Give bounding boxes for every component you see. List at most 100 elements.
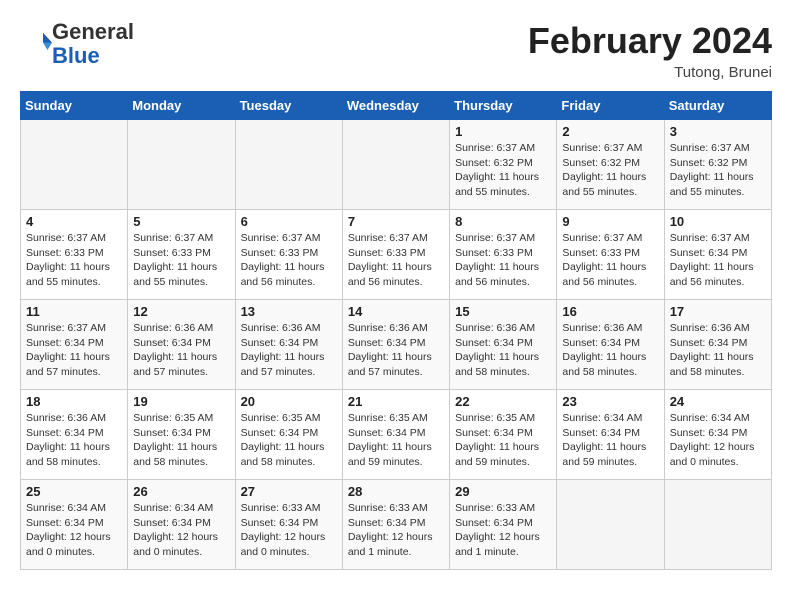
day-info: Sunrise: 6:37 AM Sunset: 6:32 PM Dayligh… xyxy=(562,141,658,200)
day-info: Sunrise: 6:33 AM Sunset: 6:34 PM Dayligh… xyxy=(455,501,551,560)
day-number: 6 xyxy=(241,214,337,229)
calendar-cell: 13 Sunrise: 6:36 AM Sunset: 6:34 PM Dayli… xyxy=(235,300,342,390)
logo: General Blue xyxy=(20,20,134,68)
calendar-cell: 19 Sunrise: 6:35 AM Sunset: 6:34 PM Dayli… xyxy=(128,390,235,480)
day-number: 12 xyxy=(133,304,229,319)
day-info: Sunrise: 6:36 AM Sunset: 6:34 PM Dayligh… xyxy=(562,321,658,380)
day-info: Sunrise: 6:37 AM Sunset: 6:33 PM Dayligh… xyxy=(455,231,551,290)
calendar-cell: 22 Sunrise: 6:35 AM Sunset: 6:34 PM Dayli… xyxy=(450,390,557,480)
logo-icon xyxy=(22,29,52,59)
calendar-cell: 15 Sunrise: 6:36 AM Sunset: 6:34 PM Dayli… xyxy=(450,300,557,390)
logo-text: General Blue xyxy=(52,20,134,68)
calendar-week-row: 4 Sunrise: 6:37 AM Sunset: 6:33 PM Daylig… xyxy=(21,210,772,300)
day-info: Sunrise: 6:33 AM Sunset: 6:34 PM Dayligh… xyxy=(241,501,337,560)
day-info: Sunrise: 6:37 AM Sunset: 6:34 PM Dayligh… xyxy=(26,321,122,380)
day-info: Sunrise: 6:36 AM Sunset: 6:34 PM Dayligh… xyxy=(670,321,766,380)
day-number: 10 xyxy=(670,214,766,229)
day-number: 15 xyxy=(455,304,551,319)
calendar-cell: 9 Sunrise: 6:37 AM Sunset: 6:33 PM Daylig… xyxy=(557,210,664,300)
day-number: 16 xyxy=(562,304,658,319)
calendar-cell: 16 Sunrise: 6:36 AM Sunset: 6:34 PM Dayli… xyxy=(557,300,664,390)
day-number: 23 xyxy=(562,394,658,409)
day-number: 24 xyxy=(670,394,766,409)
title-area: February 2024 Tutong, Brunei xyxy=(528,20,772,81)
day-number: 21 xyxy=(348,394,444,409)
calendar-cell: 6 Sunrise: 6:37 AM Sunset: 6:33 PM Daylig… xyxy=(235,210,342,300)
calendar-cell: 21Sunrise: 6:35 AM Sunset: 6:34 PM Dayli… xyxy=(342,390,449,480)
day-number: 2 xyxy=(562,124,658,139)
day-info: Sunrise: 6:34 AM Sunset: 6:34 PM Dayligh… xyxy=(670,411,766,470)
calendar-cell: 11 Sunrise: 6:37 AM Sunset: 6:34 PM Dayli… xyxy=(21,300,128,390)
day-number: 8 xyxy=(455,214,551,229)
calendar-cell xyxy=(557,480,664,570)
weekday-header: Friday xyxy=(557,92,664,120)
calendar-cell: 12 Sunrise: 6:36 AM Sunset: 6:34 PM Dayli… xyxy=(128,300,235,390)
day-number: 28 xyxy=(348,484,444,499)
day-number: 5 xyxy=(133,214,229,229)
day-info: Sunrise: 6:36 AM Sunset: 6:34 PM Dayligh… xyxy=(348,321,444,380)
day-info: Sunrise: 6:34 AM Sunset: 6:34 PM Dayligh… xyxy=(562,411,658,470)
calendar-cell: 7 Sunrise: 6:37 AM Sunset: 6:33 PM Daylig… xyxy=(342,210,449,300)
day-info: Sunrise: 6:36 AM Sunset: 6:34 PM Dayligh… xyxy=(241,321,337,380)
day-number: 26 xyxy=(133,484,229,499)
calendar-cell: 25 Sunrise: 6:34 AM Sunset: 6:34 PM Dayli… xyxy=(21,480,128,570)
calendar-cell: 28 Sunrise: 6:33 AM Sunset: 6:34 PM Dayli… xyxy=(342,480,449,570)
calendar-week-row: 1 Sunrise: 6:37 AM Sunset: 6:32 PM Daylig… xyxy=(21,120,772,210)
day-info: Sunrise: 6:37 AM Sunset: 6:33 PM Dayligh… xyxy=(133,231,229,290)
calendar-cell: 24 Sunrise: 6:34 AM Sunset: 6:34 PM Dayli… xyxy=(664,390,771,480)
day-info: Sunrise: 6:35 AM Sunset: 6:34 PM Dayligh… xyxy=(241,411,337,470)
calendar-cell xyxy=(21,120,128,210)
day-info: Sunrise: 6:35 AM Sunset: 6:34 PM Dayligh… xyxy=(133,411,229,470)
weekday-header: Tuesday xyxy=(235,92,342,120)
calendar-cell: 20 Sunrise: 6:35 AM Sunset: 6:34 PM Dayli… xyxy=(235,390,342,480)
calendar-cell: 26 Sunrise: 6:34 AM Sunset: 6:34 PM Dayli… xyxy=(128,480,235,570)
calendar-cell: 23 Sunrise: 6:34 AM Sunset: 6:34 PM Dayli… xyxy=(557,390,664,480)
calendar-cell: 2 Sunrise: 6:37 AM Sunset: 6:32 PM Daylig… xyxy=(557,120,664,210)
location: Tutong, Brunei xyxy=(528,64,772,81)
calendar-cell: 1 Sunrise: 6:37 AM Sunset: 6:32 PM Daylig… xyxy=(450,120,557,210)
day-info: Sunrise: 6:36 AM Sunset: 6:34 PM Dayligh… xyxy=(455,321,551,380)
weekday-header: Wednesday xyxy=(342,92,449,120)
day-info: Sunrise: 6:37 AM Sunset: 6:33 PM Dayligh… xyxy=(241,231,337,290)
calendar-cell: 10 Sunrise: 6:37 AM Sunset: 6:34 PM Dayli… xyxy=(664,210,771,300)
day-number: 22 xyxy=(455,394,551,409)
day-info: Sunrise: 6:36 AM Sunset: 6:34 PM Dayligh… xyxy=(133,321,229,380)
day-number: 14 xyxy=(348,304,444,319)
day-number: 20 xyxy=(241,394,337,409)
calendar-cell: 3Sunrise: 6:37 AM Sunset: 6:32 PM Daylig… xyxy=(664,120,771,210)
day-info: Sunrise: 6:37 AM Sunset: 6:32 PM Dayligh… xyxy=(455,141,551,200)
day-number: 9 xyxy=(562,214,658,229)
day-number: 13 xyxy=(241,304,337,319)
calendar-cell: 29 Sunrise: 6:33 AM Sunset: 6:34 PM Dayli… xyxy=(450,480,557,570)
day-number: 3 xyxy=(670,124,766,139)
day-info: Sunrise: 6:37 AM Sunset: 6:33 PM Dayligh… xyxy=(562,231,658,290)
day-number: 7 xyxy=(348,214,444,229)
day-number: 25 xyxy=(26,484,122,499)
day-info: Sunrise: 6:35 AM Sunset: 6:34 PM Dayligh… xyxy=(455,411,551,470)
day-info: Sunrise: 6:37 AM Sunset: 6:34 PM Dayligh… xyxy=(670,231,766,290)
day-number: 29 xyxy=(455,484,551,499)
page-header: General Blue February 2024 Tutong, Brune… xyxy=(20,20,772,81)
day-info: Sunrise: 6:37 AM Sunset: 6:33 PM Dayligh… xyxy=(26,231,122,290)
day-number: 1 xyxy=(455,124,551,139)
weekday-header: Monday xyxy=(128,92,235,120)
calendar-cell: 5 Sunrise: 6:37 AM Sunset: 6:33 PM Daylig… xyxy=(128,210,235,300)
day-info: Sunrise: 6:34 AM Sunset: 6:34 PM Dayligh… xyxy=(133,501,229,560)
weekday-header: Thursday xyxy=(450,92,557,120)
day-info: Sunrise: 6:37 AM Sunset: 6:33 PM Dayligh… xyxy=(348,231,444,290)
calendar-table: SundayMondayTuesdayWednesdayThursdayFrid… xyxy=(20,91,772,570)
calendar-cell: 8 Sunrise: 6:37 AM Sunset: 6:33 PM Daylig… xyxy=(450,210,557,300)
day-number: 19 xyxy=(133,394,229,409)
calendar-cell: 27 Sunrise: 6:33 AM Sunset: 6:34 PM Dayli… xyxy=(235,480,342,570)
day-info: Sunrise: 6:34 AM Sunset: 6:34 PM Dayligh… xyxy=(26,501,122,560)
weekday-header-row: SundayMondayTuesdayWednesdayThursdayFrid… xyxy=(21,92,772,120)
day-number: 27 xyxy=(241,484,337,499)
day-number: 4 xyxy=(26,214,122,229)
day-number: 11 xyxy=(26,304,122,319)
calendar-week-row: 25 Sunrise: 6:34 AM Sunset: 6:34 PM Dayli… xyxy=(21,480,772,570)
month-title: February 2024 xyxy=(528,20,772,62)
calendar-cell xyxy=(128,120,235,210)
day-info: Sunrise: 6:33 AM Sunset: 6:34 PM Dayligh… xyxy=(348,501,444,560)
calendar-cell xyxy=(235,120,342,210)
calendar-week-row: 11 Sunrise: 6:37 AM Sunset: 6:34 PM Dayli… xyxy=(21,300,772,390)
